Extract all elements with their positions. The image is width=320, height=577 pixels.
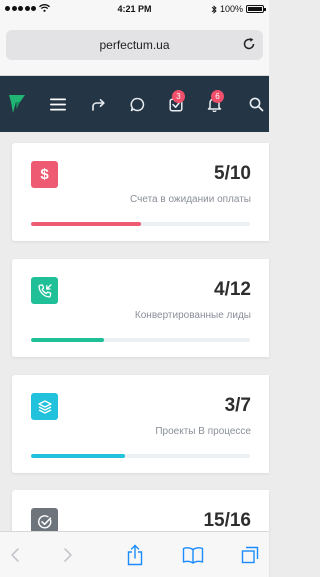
bookmarks-button[interactable] [173,532,213,577]
address-bar[interactable]: perfectum.ua [6,30,263,60]
notifications-button[interactable]: 6 [198,76,230,132]
progress-track [31,338,250,342]
battery-percent: 100% [219,4,243,14]
stat-card-leads[interactable]: 4/12 Конвертированные лиды [12,259,269,357]
messages-button[interactable] [121,76,153,132]
progress-track [31,222,250,226]
stat-value: 4/12 [214,279,251,300]
menu-button[interactable] [42,76,74,132]
progress-track [31,454,250,458]
stat-label: Счета в ожидании оплаты [130,194,251,205]
stat-value: 5/10 [214,163,251,184]
phone-incoming-icon [31,277,58,304]
browser-address-area: perfectum.ua [0,18,269,76]
forward-arrow-icon [91,98,105,111]
perfectum-logo-icon [9,95,25,113]
chevron-left-icon [11,548,19,562]
layers-icon [31,393,58,420]
stat-value: 3/7 [224,395,251,416]
progress-fill [31,222,141,226]
battery-area: 100% [211,4,266,14]
search-icon [249,97,264,111]
stat-card-invoices[interactable]: $ 5/10 Счета в ожидании оплаты [12,143,269,241]
tabs-icon [241,546,259,564]
logo[interactable] [4,76,30,132]
progress-fill [31,454,126,458]
stat-card-projects[interactable]: 3/7 Проекты В процессе [12,375,269,473]
app-top-nav: 3 6 [0,76,269,132]
dollar-icon: $ [31,161,58,188]
chat-bubble-icon [130,97,144,111]
status-bar: 4:21 PM 100% [0,0,269,18]
tasks-button[interactable]: 3 [160,76,192,132]
tabs-button[interactable] [230,532,270,577]
share-nav-button[interactable] [82,76,114,132]
stat-value: 15/16 [203,510,251,531]
chevron-right-icon [64,548,72,562]
hamburger-icon [50,98,66,110]
browser-toolbar [0,531,269,577]
stat-label: Проекты В процессе [155,426,251,437]
tasks-badge: 3 [172,90,185,103]
stat-label: Конвертированные лиды [134,310,251,321]
bluetooth-icon [211,4,217,14]
battery-icon [246,5,266,13]
back-button[interactable] [0,532,35,577]
progress-fill [31,338,104,342]
book-icon [182,547,204,564]
notifications-badge: 6 [211,90,224,103]
share-button[interactable] [115,532,155,577]
share-icon [127,544,143,566]
search-button[interactable] [244,76,269,132]
forward-button[interactable] [48,532,88,577]
reload-icon[interactable] [241,36,257,52]
url-text[interactable]: perfectum.ua [6,38,263,52]
